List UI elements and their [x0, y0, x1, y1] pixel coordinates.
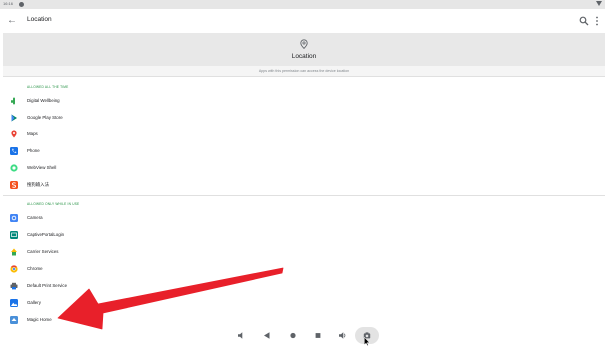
- app-label: Google Play Store: [27, 115, 63, 120]
- app-row-phone[interactable]: Phone: [3, 143, 605, 159]
- home-circle-icon: [290, 332, 296, 339]
- search-icon[interactable]: [579, 16, 589, 26]
- permission-header: Location: [3, 33, 605, 66]
- app-row-default-print-service[interactable]: Default Print Service: [3, 278, 605, 294]
- app-label: WebView Shell: [27, 165, 57, 170]
- app-row-google-play-store[interactable]: Google Play Store: [3, 110, 605, 126]
- navigation-bar: [0, 324, 605, 347]
- chrome-icon: [10, 265, 18, 273]
- volume-up-button[interactable]: [333, 324, 353, 347]
- app-row-maps[interactable]: Maps: [3, 126, 605, 142]
- app-label: 搜狗输入法: [27, 182, 49, 187]
- volume-down-icon: [238, 332, 243, 339]
- section-divider: [3, 195, 605, 196]
- app-label: Chrome: [27, 266, 43, 271]
- camera-icon: [10, 214, 18, 222]
- gallery-icon: [10, 299, 18, 307]
- back-button[interactable]: [257, 324, 277, 347]
- app-row-camera[interactable]: Camera: [3, 210, 605, 226]
- app-label: Maps: [27, 131, 38, 136]
- app-bar: ← Location: [0, 9, 605, 33]
- back-triangle-icon: [264, 332, 270, 339]
- section-label-allowed-all-time: ALLOWED ALL THE TIME: [27, 85, 69, 89]
- app-row-gallery[interactable]: Gallery: [3, 295, 605, 311]
- permission-description-text: Apps with this permission can access the…: [258, 69, 350, 73]
- notification-icon: •: [19, 2, 24, 7]
- status-time: 16:16: [3, 1, 14, 6]
- app-row-chrome[interactable]: Chrome: [3, 261, 605, 277]
- recents-button[interactable]: [308, 324, 328, 347]
- app-label: Default Print Service: [27, 283, 68, 288]
- app-label: Digital Wellbeing: [27, 98, 60, 103]
- app-label: Camera: [27, 215, 43, 220]
- app-bar-title: Location: [27, 16, 52, 23]
- section-label-allowed-while-in-use: ALLOWED ONLY WHILE IN USE: [27, 202, 80, 206]
- more-options-icon[interactable]: [594, 16, 600, 26]
- captive-portal-icon: [10, 231, 18, 239]
- home-button[interactable]: [283, 324, 303, 347]
- play-store-icon: [11, 114, 17, 122]
- location-pin-icon: [300, 39, 308, 49]
- app-row-captive-portal-login[interactable]: CaptivePortalLogin: [3, 227, 605, 243]
- app-row-sogou-input[interactable]: 搜狗输入法: [3, 177, 605, 193]
- app-label: CaptivePortalLogin: [27, 232, 65, 237]
- app-label: Carrier Services: [27, 249, 59, 254]
- webview-shell-icon: [10, 164, 18, 172]
- phone-icon: [10, 147, 18, 155]
- volume-down-button[interactable]: [232, 324, 252, 347]
- back-arrow-icon[interactable]: ←: [7, 15, 17, 27]
- status-bar: 16:16 •: [0, 0, 605, 9]
- app-label: Gallery: [27, 300, 41, 305]
- app-label: Magic Home: [27, 317, 52, 322]
- mouse-cursor-icon: [364, 337, 370, 346]
- digital-wellbeing-icon: [11, 97, 15, 105]
- permission-description: Apps with this permission can access the…: [3, 66, 605, 77]
- recents-square-icon: [315, 333, 321, 338]
- sogou-input-icon: [10, 181, 18, 189]
- carrier-services-icon: [11, 248, 17, 256]
- magic-home-icon: [10, 316, 18, 324]
- app-row-digital-wellbeing[interactable]: Digital Wellbeing: [3, 93, 605, 109]
- permission-title: Location: [291, 53, 317, 60]
- print-service-icon: [10, 282, 18, 290]
- app-row-webview-shell[interactable]: WebView Shell: [3, 160, 605, 176]
- app-label: Phone: [27, 148, 40, 153]
- wifi-icon: [596, 1, 602, 6]
- app-row-carrier-services[interactable]: Carrier Services: [3, 244, 605, 260]
- volume-up-icon: [339, 332, 346, 339]
- maps-icon: [11, 130, 17, 138]
